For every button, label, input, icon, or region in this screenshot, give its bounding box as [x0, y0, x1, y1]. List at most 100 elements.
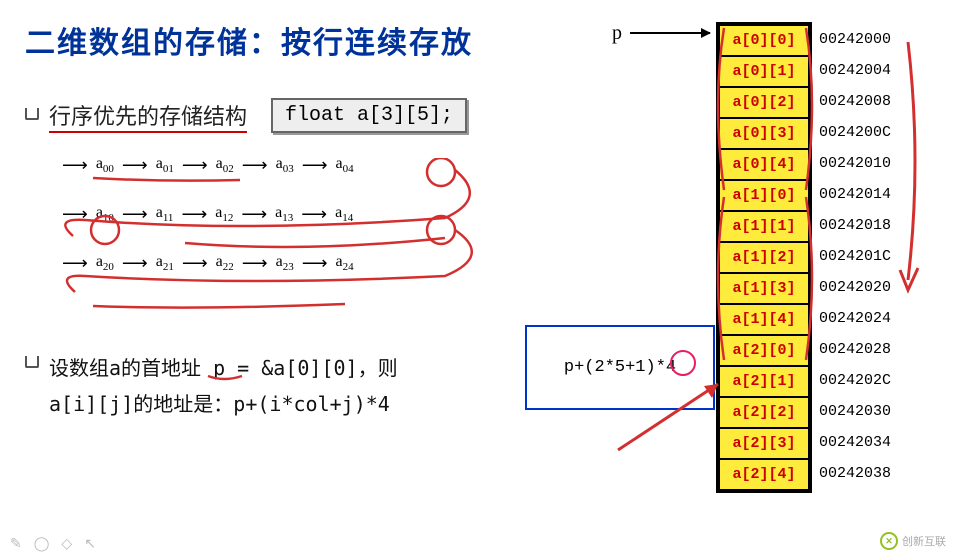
memory-cell: a[1][4]	[719, 304, 809, 335]
arrow-icon: ⟶	[182, 155, 208, 176]
memory-row: a[2][2]00242030	[719, 397, 809, 428]
arrow-icon: ⟶	[241, 204, 267, 225]
toolbar: ✎ ◯ ◇ ↖	[10, 535, 96, 552]
watermark: ✕ 创新互联	[880, 532, 946, 550]
arrow-icon: ⟶	[301, 204, 327, 225]
flow-item: a04	[336, 155, 354, 175]
memory-row: a[2][3]00242034	[719, 428, 809, 459]
memory-address: 00242030	[819, 403, 891, 420]
memory-address: 00242008	[819, 93, 891, 110]
memory-address: 00242024	[819, 310, 891, 327]
arrow-icon: ⟶	[122, 204, 148, 225]
arrow-icon: ⟶	[242, 155, 268, 176]
formula-line-2: a[i][j]的地址是：p+(i*col+j)*4	[49, 386, 398, 422]
flow-item: a10	[96, 204, 114, 224]
memory-row: a[2][0]00242028	[719, 335, 809, 366]
memory-row: a[0][0]00242000	[719, 25, 809, 56]
flow-item: a01	[156, 155, 174, 175]
memory-address: 00242038	[819, 465, 891, 482]
memory-row: a[0][3]0024200C	[719, 118, 809, 149]
memory-cell: a[1][1]	[719, 211, 809, 242]
flow-item: a13	[275, 204, 293, 224]
flow-item: a00	[96, 155, 114, 175]
memory-address: 00242010	[819, 155, 891, 172]
memory-row: a[0][4]00242010	[719, 149, 809, 180]
memory-cell: a[2][0]	[719, 335, 809, 366]
memory-cell: a[0][3]	[719, 118, 809, 149]
memory-cell: a[0][4]	[719, 149, 809, 180]
memory-address: 00242020	[819, 279, 891, 296]
page-title: 二维数组的存储：按行连续存放	[25, 18, 473, 62]
subtitle-text: 行序优先的存储结构	[49, 99, 247, 133]
flow-item: a22	[216, 253, 234, 273]
flow-row-1: ⟶ a10 ⟶ a11 ⟶ a12 ⟶ a13 ⟶ a14	[60, 204, 480, 225]
memory-row: a[1][1]00242018	[719, 211, 809, 242]
memory-row: a[1][4]00242024	[719, 304, 809, 335]
memory-cell: a[0][2]	[719, 87, 809, 118]
memory-cell: a[2][1]	[719, 366, 809, 397]
arrow-icon: ⟶	[302, 253, 328, 274]
memory-row: a[0][1]00242004	[719, 56, 809, 87]
bullet-icon	[25, 356, 39, 368]
memory-address: 00242000	[819, 31, 891, 48]
flow-row-0: ⟶ a00 ⟶ a01 ⟶ a02 ⟶ a03 ⟶ a04	[60, 155, 480, 176]
arrow-icon: ⟶	[122, 253, 148, 274]
arrow-icon: ⟶	[62, 155, 88, 176]
flow-item: a11	[156, 204, 174, 224]
arrow-icon: ⟶	[302, 155, 328, 176]
memory-cell: a[1][2]	[719, 242, 809, 273]
memory-address: 00242018	[819, 217, 891, 234]
pointer-arrow-icon	[630, 32, 710, 34]
bullet-icon	[25, 108, 39, 120]
memory-address: 00242014	[819, 186, 891, 203]
memory-address: 00242004	[819, 62, 891, 79]
memory-address: 00242028	[819, 341, 891, 358]
arrow-icon: ⟶	[122, 155, 148, 176]
memory-address: 00242034	[819, 434, 891, 451]
memory-cell: a[2][3]	[719, 428, 809, 459]
memory-cell: a[2][2]	[719, 397, 809, 428]
flow-item: a21	[156, 253, 174, 273]
arrow-icon: ⟶	[181, 204, 207, 225]
formula-line-1: 设数组a的首地址 p = &a[0][0]，则	[49, 350, 398, 386]
memory-row: a[1][0]00242014	[719, 180, 809, 211]
formula-box-text: p+(2*5+1)*4	[564, 358, 676, 377]
flow-row-2: ⟶ a20 ⟶ a21 ⟶ a22 ⟶ a23 ⟶ a24	[60, 253, 480, 274]
flow-item: a20	[96, 253, 114, 273]
bullet-row-2: 设数组a的首地址 p = &a[0][0]，则 a[i][j]的地址是：p+(i…	[25, 350, 398, 422]
memory-table: a[0][0]00242000a[0][1]00242004a[0][2]002…	[716, 22, 812, 493]
flow-item: a24	[336, 253, 354, 273]
flow-item: a14	[335, 204, 353, 224]
tool-circle-icon[interactable]: ◯	[34, 535, 50, 552]
memory-row: a[2][1]0024202C	[719, 366, 809, 397]
formula-lines: 设数组a的首地址 p = &a[0][0]，则 a[i][j]的地址是：p+(i…	[49, 350, 398, 422]
memory-cell: a[1][3]	[719, 273, 809, 304]
arrow-icon: ⟶	[62, 253, 88, 274]
flow-item: a03	[276, 155, 294, 175]
memory-address: 0024202C	[819, 372, 891, 389]
memory-cell: a[1][0]	[719, 180, 809, 211]
pointer-label: p	[612, 22, 622, 45]
arrow-icon: ⟶	[62, 204, 88, 225]
tool-pen-icon[interactable]: ✎	[10, 535, 22, 552]
tool-cursor-icon[interactable]: ↖	[84, 535, 96, 552]
memory-row: a[0][2]00242008	[719, 87, 809, 118]
bullet-row-1: 行序优先的存储结构 float a[3][5];	[25, 98, 467, 133]
flow-item: a02	[216, 155, 234, 175]
flow-item: a12	[215, 204, 233, 224]
watermark-logo-icon: ✕	[880, 532, 898, 550]
memory-row: a[1][2]0024201C	[719, 242, 809, 273]
memory-row: a[2][4]00242038	[719, 459, 809, 490]
flow-item: a23	[276, 253, 294, 273]
tool-diamond-icon[interactable]: ◇	[61, 535, 72, 552]
code-declaration: float a[3][5];	[271, 98, 467, 133]
memory-address: 0024200C	[819, 124, 891, 141]
flow-diagram: ⟶ a00 ⟶ a01 ⟶ a02 ⟶ a03 ⟶ a04 ⟶ a10 ⟶ a11 ⟶ a12 ⟶ a13 ⟶ a1…	[60, 155, 480, 302]
memory-cell: a[2][4]	[719, 459, 809, 490]
arrow-icon: ⟶	[242, 253, 268, 274]
memory-cell: a[0][1]	[719, 56, 809, 87]
circle-highlight-icon	[670, 350, 696, 376]
watermark-text: 创新互联	[902, 533, 946, 549]
arrow-icon: ⟶	[182, 253, 208, 274]
memory-address: 0024201C	[819, 248, 891, 265]
